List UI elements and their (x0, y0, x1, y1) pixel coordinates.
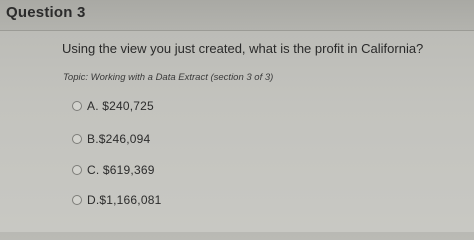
choice-a[interactable]: A. $240,725 (72, 99, 154, 113)
radio-button-icon[interactable] (72, 134, 82, 144)
choice-d[interactable]: D.$1,166,081 (72, 193, 161, 207)
question-header: Question 3 (0, 0, 474, 31)
question-title: Question 3 (6, 4, 86, 21)
question-text: Using the view you just created, what is… (62, 41, 424, 56)
choice-c-label: C. $619,369 (87, 163, 155, 177)
choice-d-label: D.$1,166,081 (87, 193, 162, 207)
radio-button-icon[interactable] (72, 195, 82, 205)
radio-button-icon[interactable] (72, 165, 82, 175)
question-topic: Topic: Working with a Data Extract (sect… (63, 72, 274, 83)
choice-b-label: B.$246,094 (87, 132, 151, 146)
choice-a-label: A. $240,725 (87, 99, 154, 113)
choice-b[interactable]: B.$246,094 (72, 132, 150, 146)
radio-button-icon[interactable] (72, 101, 82, 111)
choice-c[interactable]: C. $619,369 (72, 163, 155, 177)
